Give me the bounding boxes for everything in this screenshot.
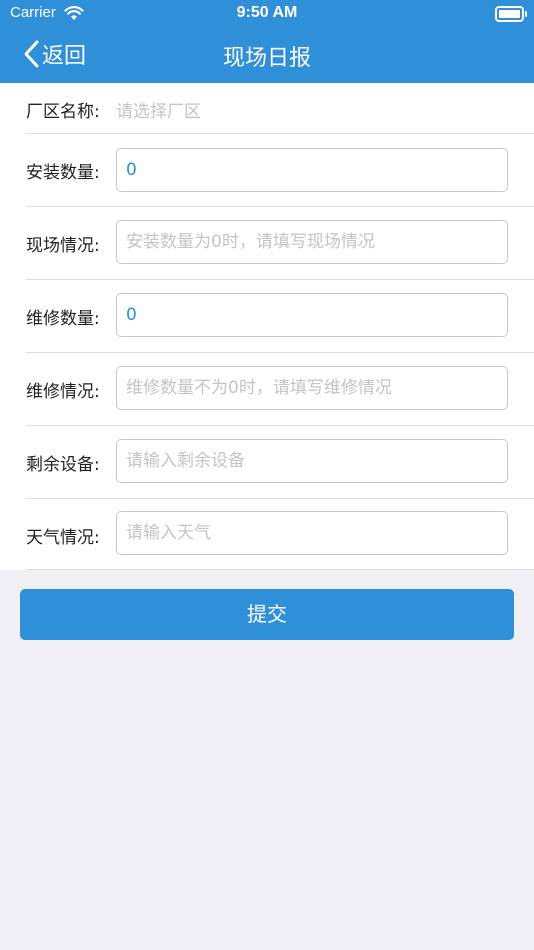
- site-status-placeholder: 安装数量为0时，请填写现场情况: [126, 232, 375, 252]
- repair-status-row: 维修情况: 维修数量不为0时，请填写维修情况: [26, 353, 534, 426]
- install-count-input[interactable]: 0: [116, 148, 508, 192]
- remaining-equipment-row: 剩余设备: 请输入剩余设备: [26, 426, 534, 499]
- site-status-row: 现场情况: 安装数量为0时，请填写现场情况: [26, 207, 534, 280]
- install-count-value: 0: [126, 160, 137, 180]
- repair-count-label: 维修数量:: [26, 309, 100, 329]
- weather-input[interactable]: 请输入天气: [116, 511, 508, 555]
- page-title: 现场日报: [222, 46, 311, 71]
- repair-status-placeholder: 维修数量不为0时，请填写维修情况: [126, 378, 392, 398]
- repair-status-input[interactable]: 维修数量不为0时，请填写维修情况: [116, 366, 508, 410]
- repair-count-value: 0: [126, 305, 137, 325]
- status-bar: Carrier 9:50 AM: [0, 0, 534, 28]
- repair-status-label: 维修情况:: [26, 382, 100, 402]
- weather-placeholder: 请输入天气: [126, 523, 211, 543]
- repair-count-row: 维修数量: 0: [26, 280, 534, 353]
- status-time: 9:50 AM: [236, 4, 298, 21]
- remaining-equipment-placeholder: 请输入剩余设备: [126, 451, 245, 471]
- navigation-bar: Carrier 9:50 AM 返回 现场日报: [0, 0, 534, 83]
- battery-icon: [495, 6, 527, 22]
- factory-row[interactable]: 厂区名称: 请选择厂区: [26, 83, 534, 134]
- factory-label: 厂区名称:: [26, 102, 100, 122]
- install-count-label: 安装数量:: [26, 163, 100, 183]
- weather-label: 天气情况:: [26, 528, 100, 548]
- remaining-equipment-input[interactable]: 请输入剩余设备: [116, 439, 508, 483]
- repair-count-input[interactable]: 0: [116, 293, 508, 337]
- install-count-row: 安装数量: 0: [26, 134, 534, 207]
- factory-select[interactable]: 请选择厂区: [116, 97, 201, 122]
- site-status-label: 现场情况:: [26, 236, 100, 256]
- site-status-input[interactable]: 安装数量为0时，请填写现场情况: [116, 220, 508, 264]
- remaining-equipment-label: 剩余设备:: [26, 455, 100, 475]
- daily-report-form: 厂区名称: 请选择厂区 安装数量: 0 现场情况: 安装数量为0时，请填写现场情…: [0, 83, 534, 570]
- weather-row: 天气情况: 请输入天气: [26, 499, 534, 570]
- submit-button[interactable]: 提交: [20, 589, 514, 640]
